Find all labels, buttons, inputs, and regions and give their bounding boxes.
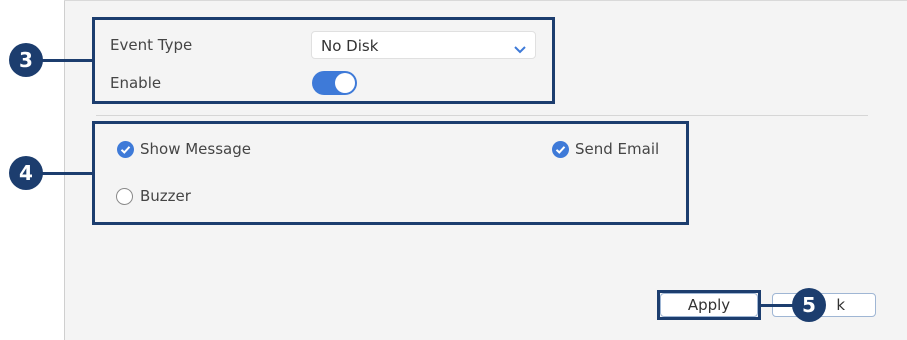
- callout-badge-3: 3: [9, 43, 43, 77]
- highlight-box-4: [92, 121, 689, 225]
- callout-badge-5: 5: [792, 288, 826, 322]
- callout-line-3: [42, 59, 94, 62]
- callout-line-4: [42, 172, 94, 175]
- panel-top-border: [64, 0, 907, 1]
- section-divider: [96, 115, 868, 116]
- highlight-box-5: [657, 290, 761, 320]
- highlight-box-3: [92, 17, 555, 104]
- callout-badge-4: 4: [9, 156, 43, 190]
